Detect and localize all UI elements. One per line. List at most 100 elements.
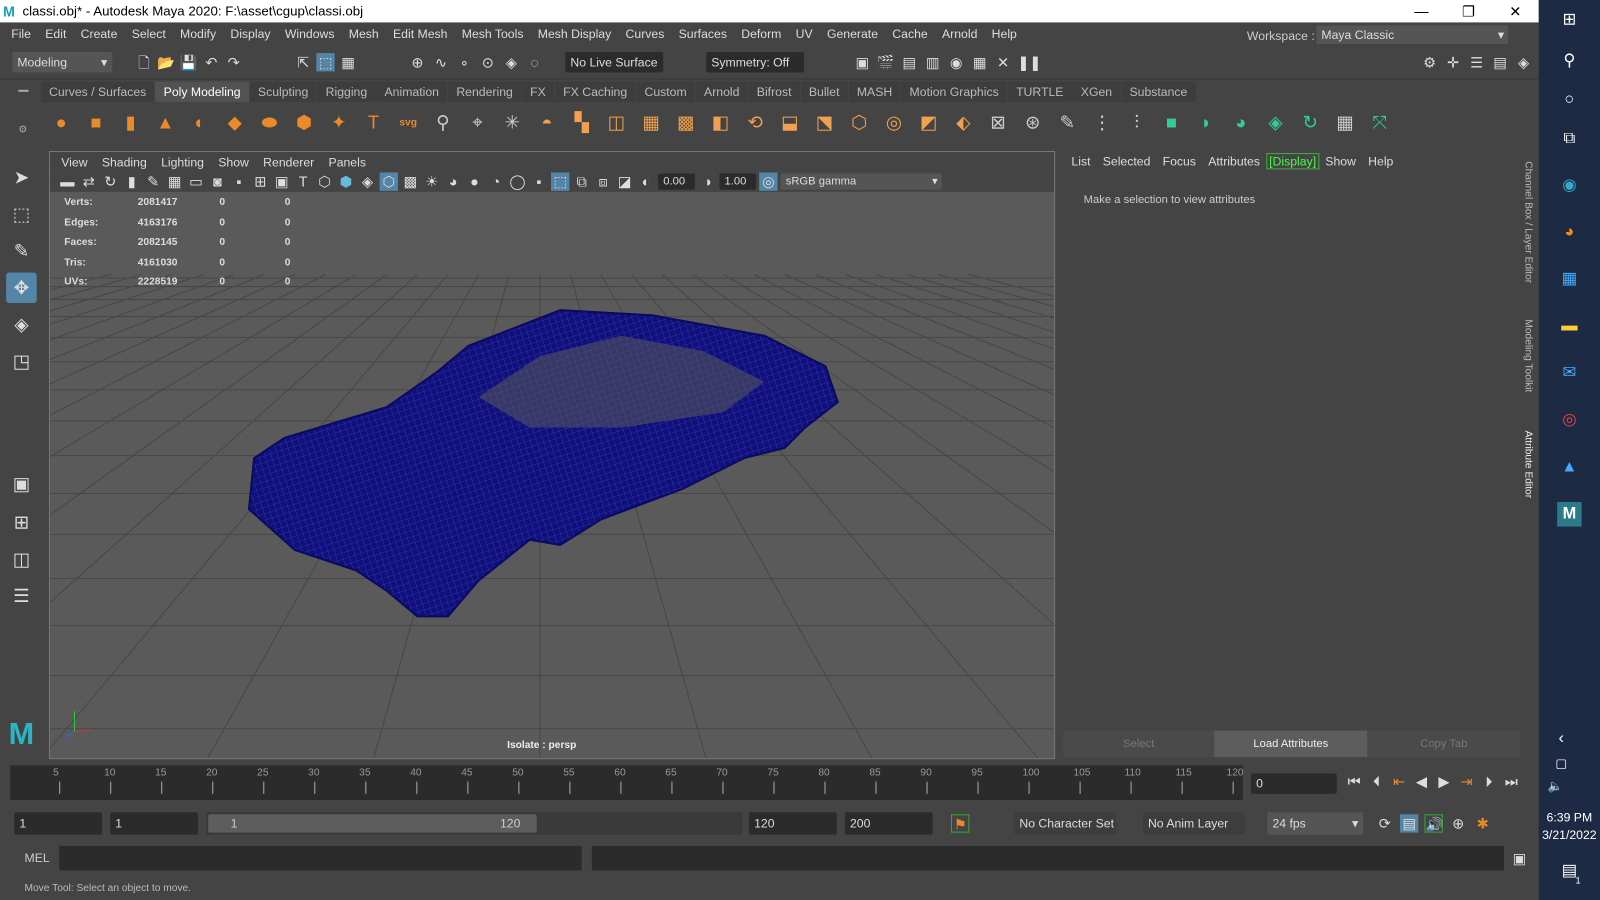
file-explorer-icon[interactable]: ▬ [1557,314,1581,338]
poly-cube-icon[interactable]: ■ [82,108,111,137]
shelf-tab-arnold[interactable]: Arnold [695,81,748,103]
select-hierarchy-icon[interactable]: ⇱ [294,53,312,71]
bevel-icon[interactable]: ◧ [706,108,735,137]
menu-arnold[interactable]: Arnold [935,27,985,41]
extrude-icon[interactable]: ⬓ [776,108,805,137]
smooth-shade-icon[interactable]: ⬢ [337,172,355,190]
ssao-icon[interactable]: ● [465,172,483,190]
field-chart-icon[interactable]: ⊞ [251,172,269,190]
resolution-gate-icon[interactable]: ◙ [208,172,226,190]
shelf-tab-poly-modeling[interactable]: Poly Modeling [155,81,249,103]
viewport-menu-renderer[interactable]: Renderer [256,155,321,169]
menu-uv[interactable]: UV [789,27,820,41]
select-tool-icon[interactable]: ➤ [6,162,37,193]
grid-toggle-icon[interactable]: ▦ [165,172,183,190]
command-language-label[interactable]: MEL [24,851,49,865]
channel-box-toggle-icon[interactable]: ◈ [1514,53,1532,71]
maximize-button[interactable]: ❐ [1445,0,1492,22]
insert-edge-loop-icon[interactable]: ⋮ [1088,108,1117,137]
load-attributes-button[interactable]: Load Attributes [1214,730,1368,758]
snap-surface-icon[interactable]: ◈ [502,53,520,71]
menu-list[interactable]: List [1065,154,1096,168]
open-scene-icon[interactable]: 📂 [157,53,175,71]
colorspace-dropdown[interactable]: sRGB gamma ▾ [780,173,942,190]
animation-start-field[interactable]: 1 [14,812,103,835]
light-editor-icon[interactable]: ✕ [994,53,1012,71]
shelf-tab-bullet[interactable]: Bullet [800,81,848,103]
shelf-tab-bifrost[interactable]: Bifrost [748,81,800,103]
live-surface-field[interactable]: No Live Surface [565,52,664,73]
film-gate-icon[interactable]: ▭ [187,172,205,190]
single-perspective-layout-icon[interactable]: ▣ [6,468,37,499]
four-view-layout-icon[interactable]: ⊞ [6,507,37,538]
gamma-field[interactable]: 1.00 [719,173,757,190]
volume-icon[interactable]: 🔈 [1543,773,1567,797]
camera-select-icon[interactable]: ▬ [58,172,76,190]
shelf-tab-xgen[interactable]: XGen [1072,81,1121,103]
menu-display[interactable]: Display [223,27,277,41]
shadows-icon[interactable]: ◕ [444,172,462,190]
workspace-dropdown[interactable]: Maya Classic ▾ [1316,25,1509,44]
menu-edit[interactable]: Edit [38,27,73,41]
clock-date[interactable]: 3/21/2022 [1539,828,1600,842]
exposure-icon[interactable]: ◐ [637,172,655,190]
select-component-icon[interactable]: ▦ [339,53,357,71]
menu-curves[interactable]: Curves [618,27,671,41]
snap-point-icon[interactable]: ∘ [455,53,473,71]
wireframe-icon[interactable]: ⬡ [315,172,333,190]
cache-playback-icon[interactable]: ▤ [1399,814,1419,833]
go-to-start-icon[interactable]: ⏮ [1345,772,1363,790]
tool-settings-icon[interactable]: ▤ [1491,53,1509,71]
wedge-icon[interactable]: ⬖ [949,108,978,137]
outliner-layout-icon[interactable]: ☰ [6,581,37,612]
sculpt-icon[interactable]: ⚲ [429,108,458,137]
xray-active-icon[interactable]: ⧈ [594,172,612,190]
poly-torus-icon[interactable]: ◐ [186,108,215,137]
viewport-menu-panels[interactable]: Panels [321,155,373,169]
mail-icon[interactable]: ✉ [1557,361,1581,385]
hypershade-icon[interactable]: ◉ [947,53,965,71]
uv-planar-icon[interactable]: ■ [1157,108,1186,137]
combine-icon[interactable]: ◓ [533,108,562,137]
shelf-tab-mash[interactable]: MASH [848,81,901,103]
menu-display[interactable]: [Display] [1266,153,1320,170]
default-material-icon[interactable]: ◈ [358,172,376,190]
depth-of-field-icon[interactable]: ▪ [530,172,548,190]
character-set-dropdown[interactable]: No Character Set [1014,812,1117,835]
snap-live-icon[interactable]: ◌ [526,53,544,71]
append-icon[interactable]: ⬔ [810,108,839,137]
menu-deform[interactable]: Deform [734,27,788,41]
chrome-icon[interactable]: ◎ [1557,408,1581,432]
play-forwards-icon[interactable]: ▶ [1435,772,1453,790]
viewport-menu-view[interactable]: View [54,155,95,169]
wireframe-on-shaded-icon[interactable]: ⬡ [379,172,398,191]
new-scene-icon[interactable]: 🗋 [135,53,153,71]
menu-modify[interactable]: Modify [173,27,223,41]
poly-plane-icon[interactable]: ◆ [220,108,249,137]
character-icon[interactable]: ✱ [1473,814,1491,832]
menu-focus[interactable]: Focus [1157,154,1203,168]
chevron-left-icon[interactable]: ‹ [1549,727,1573,751]
redo-icon[interactable]: ↷ [224,53,242,71]
svg-icon[interactable]: svg [394,108,423,137]
uv-layout-icon[interactable]: ▦ [1331,108,1360,137]
menu-cache[interactable]: Cache [885,27,935,41]
range-slider-handle[interactable]: 1 120 [208,814,537,833]
menu-help[interactable]: Help [1362,154,1399,168]
image-plane-icon[interactable]: ▮ [122,172,140,190]
menu-file[interactable]: File [4,27,38,41]
bookmark-icon[interactable]: ↻ [101,172,119,190]
poly-disc-icon[interactable]: ⬬ [255,108,284,137]
step-forward-icon[interactable]: ⏵ [1480,772,1498,790]
save-scene-icon[interactable]: 💾 [180,53,198,71]
auto-key-icon[interactable]: ⚑ [951,814,970,833]
playback-end-field[interactable]: 120 [748,812,837,835]
clock-time[interactable]: 6:39 PM [1539,810,1600,824]
shelf-tab-substance[interactable]: Substance [1121,81,1196,103]
attribute-editor-toggle-icon[interactable]: ☰ [1467,53,1485,71]
uv-automatic-icon[interactable]: ◈ [1261,108,1290,137]
paint-select-tool-icon[interactable]: ✎ [6,236,37,267]
lasso-tool-icon[interactable]: ⬚ [6,199,37,230]
command-input[interactable] [59,845,582,871]
gate-mask-icon[interactable]: ▪ [230,172,248,190]
